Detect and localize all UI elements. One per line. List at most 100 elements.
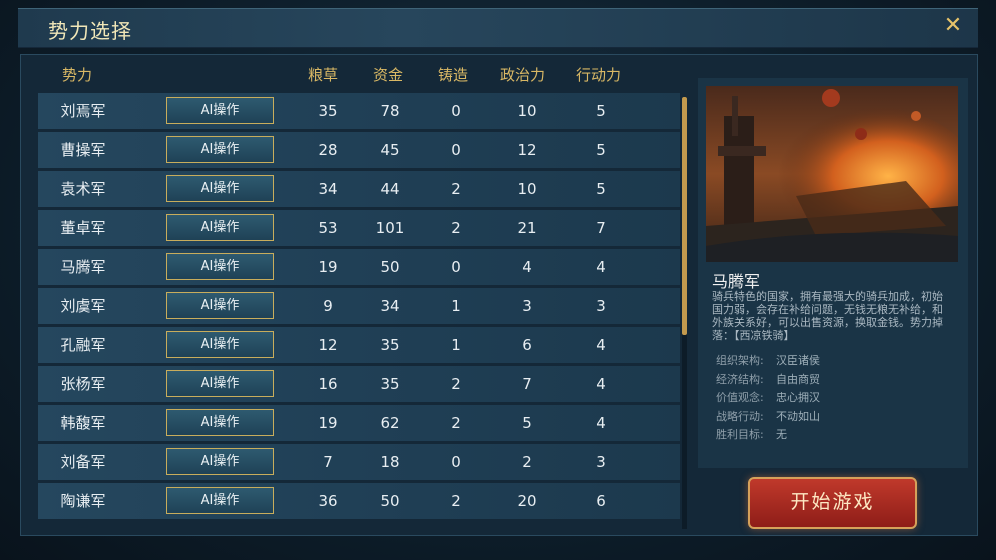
faction-row[interactable]: 刘虞军 9 34 1 3 3 AI操作 <box>38 288 680 324</box>
faction-row[interactable]: 曹操军 28 45 0 12 5 AI操作 <box>38 132 680 168</box>
table-scrollbar[interactable] <box>682 97 687 529</box>
ai-control-button[interactable]: AI操作 <box>166 97 274 124</box>
faction-name-cell: 孔融军 <box>60 336 106 354</box>
faction-description: 骑兵特色的国家，拥有最强大的骑兵加成，初始国力弱，会存在补给问题，无钱无粮无补给… <box>712 290 943 342</box>
grain-cell: 16 <box>318 375 338 393</box>
start-game-button[interactable]: 开始游戏 <box>748 477 917 529</box>
politics-cell: 7 <box>522 375 532 393</box>
faction-artwork <box>706 86 958 262</box>
forge-cell: 2 <box>451 414 461 432</box>
action-cell: 4 <box>596 414 606 432</box>
politics-cell: 2 <box>522 453 532 471</box>
politics-cell: 4 <box>522 258 532 276</box>
action-cell: 3 <box>596 453 606 471</box>
forge-cell: 1 <box>451 297 461 315</box>
forge-cell: 0 <box>451 258 461 276</box>
header-forge: 铸造 <box>438 66 469 84</box>
action-cell: 4 <box>596 336 606 354</box>
forge-cell: 2 <box>451 492 461 510</box>
grain-cell: 19 <box>318 414 338 432</box>
politics-cell: 5 <box>522 414 532 432</box>
attr-economy: 经济结构: 自由商贸 <box>716 373 820 386</box>
header-money: 资金 <box>373 66 404 84</box>
grain-cell: 36 <box>318 492 338 510</box>
header-action: 行动力 <box>576 66 622 84</box>
action-cell: 6 <box>596 492 606 510</box>
header-faction: 势力 <box>62 66 93 84</box>
window-title: 势力选择 <box>48 19 132 43</box>
attr-organization: 组织架构: 汉臣诸侯 <box>716 354 820 367</box>
forge-cell: 2 <box>451 219 461 237</box>
action-cell: 5 <box>596 180 606 198</box>
forge-cell: 0 <box>451 141 461 159</box>
money-cell: 78 <box>380 102 400 120</box>
money-cell: 50 <box>380 492 400 510</box>
faction-row[interactable]: 董卓军 53 101 2 21 7 AI操作 <box>38 210 680 246</box>
faction-row[interactable]: 刘焉军 35 78 0 10 5 AI操作 <box>38 93 680 129</box>
ai-control-button[interactable]: AI操作 <box>166 136 274 163</box>
forge-cell: 2 <box>451 180 461 198</box>
faction-name-cell: 曹操军 <box>60 141 106 159</box>
grain-cell: 53 <box>318 219 338 237</box>
faction-name-cell: 袁术军 <box>60 180 106 198</box>
money-cell: 35 <box>380 336 400 354</box>
ai-control-button[interactable]: AI操作 <box>166 214 274 241</box>
action-cell: 5 <box>596 141 606 159</box>
action-cell: 7 <box>596 219 606 237</box>
faction-name-cell: 张杨军 <box>60 375 106 393</box>
faction-row[interactable]: 刘备军 7 18 0 2 3 AI操作 <box>38 444 680 480</box>
money-cell: 44 <box>380 180 400 198</box>
faction-row[interactable]: 张杨军 16 35 2 7 4 AI操作 <box>38 366 680 402</box>
scrollbar-thumb[interactable] <box>682 97 687 335</box>
game-window: 势力选择 ✕ 势力 粮草 资金 铸造 政治力 行动力 刘焉军 35 78 0 10 5 AI… <box>0 0 996 560</box>
action-cell: 4 <box>596 375 606 393</box>
close-icon[interactable]: ✕ <box>938 11 968 41</box>
grain-cell: 35 <box>318 102 338 120</box>
attr-victory: 胜利目标: 无 <box>716 428 787 441</box>
faction-name-cell: 董卓军 <box>60 219 106 237</box>
ai-control-button[interactable]: AI操作 <box>166 331 274 358</box>
ai-control-button[interactable]: AI操作 <box>166 175 274 202</box>
title-bar: 势力选择 ✕ <box>18 8 978 48</box>
politics-cell: 10 <box>517 102 537 120</box>
grain-cell: 34 <box>318 180 338 198</box>
faction-row[interactable]: 马腾军 19 50 0 4 4 AI操作 <box>38 249 680 285</box>
header-grain: 粮草 <box>308 66 339 84</box>
ai-control-button[interactable]: AI操作 <box>166 409 274 436</box>
money-cell: 18 <box>380 453 400 471</box>
ai-control-button[interactable]: AI操作 <box>166 448 274 475</box>
grain-cell: 28 <box>318 141 338 159</box>
faction-name-cell: 韩馥军 <box>60 414 106 432</box>
ai-control-button[interactable]: AI操作 <box>166 370 274 397</box>
politics-cell: 12 <box>517 141 537 159</box>
faction-row[interactable]: 孔融军 12 35 1 6 4 AI操作 <box>38 327 680 363</box>
ai-control-button[interactable]: AI操作 <box>166 253 274 280</box>
faction-name: 马腾军 <box>712 272 761 291</box>
faction-name-cell: 刘虞军 <box>60 297 106 315</box>
money-cell: 34 <box>380 297 400 315</box>
faction-row[interactable]: 袁术军 34 44 2 10 5 AI操作 <box>38 171 680 207</box>
politics-cell: 20 <box>517 492 537 510</box>
forge-cell: 0 <box>451 102 461 120</box>
faction-name-cell: 马腾军 <box>60 258 106 276</box>
grain-cell: 19 <box>318 258 338 276</box>
grain-cell: 12 <box>318 336 338 354</box>
faction-name-cell: 刘焉军 <box>60 102 106 120</box>
money-cell: 62 <box>380 414 400 432</box>
header-politics: 政治力 <box>500 66 546 84</box>
money-cell: 35 <box>380 375 400 393</box>
money-cell: 45 <box>380 141 400 159</box>
faction-name-cell: 陶谦军 <box>60 492 106 510</box>
attr-values: 价值观念: 忠心拥汉 <box>716 391 820 404</box>
ai-control-button[interactable]: AI操作 <box>166 487 274 514</box>
faction-name-cell: 刘备军 <box>60 453 106 471</box>
faction-row[interactable]: 韩馥军 19 62 2 5 4 AI操作 <box>38 405 680 441</box>
ai-control-button[interactable]: AI操作 <box>166 292 274 319</box>
money-cell: 101 <box>375 219 405 237</box>
faction-table: 刘焉军 35 78 0 10 5 AI操作 曹操军 28 45 0 12 5 AI操作 袁术军 34 44 2 10… <box>38 93 680 522</box>
grain-cell: 7 <box>323 453 333 471</box>
money-cell: 50 <box>380 258 400 276</box>
faction-row[interactable]: 陶谦军 36 50 2 20 6 AI操作 <box>38 483 680 519</box>
action-cell: 3 <box>596 297 606 315</box>
action-cell: 4 <box>596 258 606 276</box>
